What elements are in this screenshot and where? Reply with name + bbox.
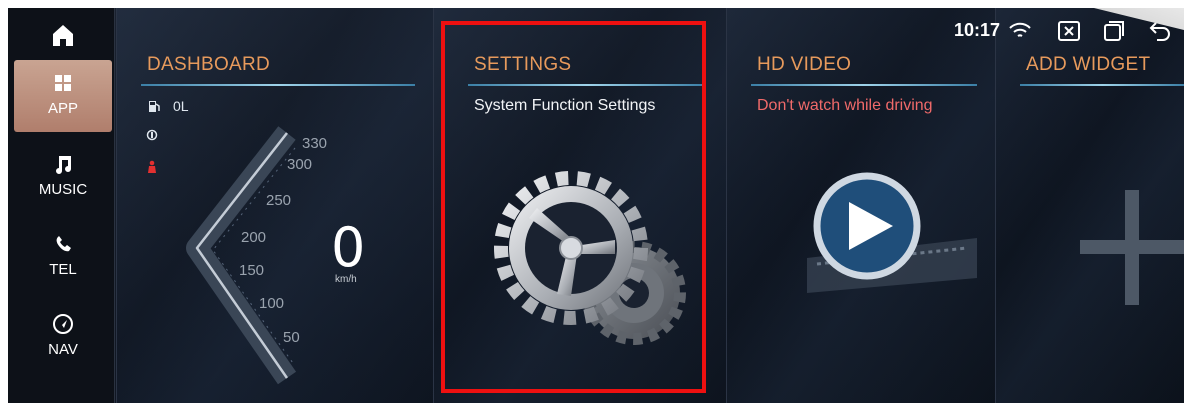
driving-warning: Don't watch while driving (757, 97, 933, 114)
title-underline (1020, 84, 1184, 86)
close-app-icon[interactable] (1057, 20, 1081, 42)
fuel-value: 0L (173, 98, 189, 114)
sidebar-item-label: NAV (48, 341, 78, 358)
speed-value: 0 (331, 216, 366, 279)
fuel-pump-icon (149, 101, 160, 112)
title-underline (751, 84, 977, 86)
selection-highlight (441, 21, 706, 393)
seatbelt-warning-icon (148, 160, 156, 173)
sidebar-item-label: TEL (49, 261, 77, 278)
sidebar-item-label: APP (47, 100, 78, 117)
gauge-tick: 250 (266, 192, 292, 209)
sidebar-item-tel[interactable]: TEL (14, 221, 112, 293)
sidebar-item-app[interactable]: APP (14, 60, 112, 132)
gauge-tick: 150 (239, 262, 265, 279)
phone-icon (56, 236, 71, 252)
hd-video-widget[interactable]: HD VIDEO Don't watch while driving (726, 8, 995, 403)
sidebar-item-music[interactable]: MUSIC (14, 141, 112, 213)
title-underline (141, 84, 415, 86)
sidebar-item-nav[interactable]: NAV (14, 301, 112, 373)
gauge-tick: 330 (302, 135, 328, 152)
dashboard-widget[interactable]: DASHBOARD 0L 330 300 250 200 150 100 50 … (116, 8, 433, 403)
navigation-icon (53, 314, 73, 334)
music-note-icon (56, 156, 71, 174)
speedometer-gauge (186, 126, 297, 385)
dashboard-title: DASHBOARD (147, 54, 271, 75)
recent-apps-icon[interactable] (1102, 20, 1126, 42)
plus-icon[interactable] (1080, 190, 1184, 305)
gauge-tick: 300 (287, 156, 313, 173)
wifi-icon (1009, 22, 1031, 37)
sidebar: APP MUSIC TEL NAV (8, 8, 115, 403)
fuel-readout: 0L (147, 98, 189, 114)
home-icon[interactable] (48, 20, 78, 50)
hd-video-title: HD VIDEO (757, 54, 852, 75)
play-video-icon (807, 172, 977, 293)
gauge-tick: 200 (241, 229, 267, 246)
apps-grid-icon (55, 75, 71, 91)
sidebar-item-label: MUSIC (38, 181, 88, 198)
add-widget-title: ADD WIDGET (1026, 54, 1151, 75)
gauge-tick: 50 (283, 329, 300, 346)
gauge-tick: 100 (259, 295, 285, 312)
tire-pressure-icon (146, 129, 158, 141)
clock: 10:17 (954, 20, 1001, 40)
add-widget-panel[interactable]: ADD WIDGET (995, 8, 1184, 403)
speed-unit: km/h (335, 274, 357, 285)
